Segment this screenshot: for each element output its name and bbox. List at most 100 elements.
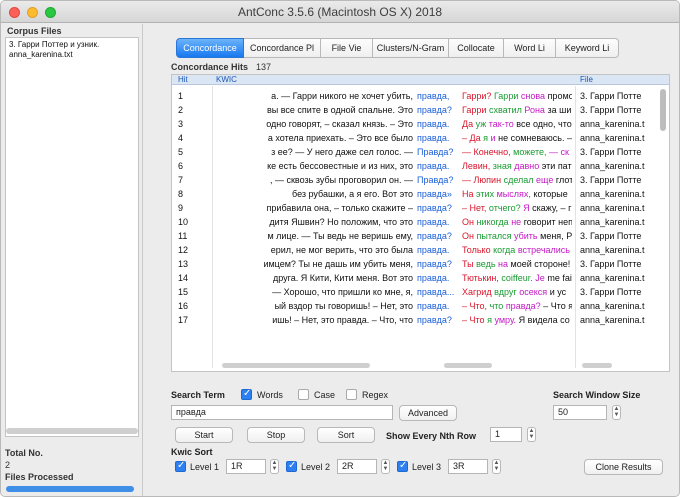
file-name: anna_karenina.t [580, 315, 645, 325]
level2-input[interactable]: 2R [337, 459, 377, 474]
table-row[interactable]: 8 без рубашки, а я его. Вот это правда» На … [172, 187, 669, 201]
case-label: Case [314, 390, 336, 400]
file-column-scrollbar[interactable] [582, 363, 612, 368]
nth-row-input[interactable]: 1 [490, 427, 522, 442]
col-file-header[interactable]: File [580, 75, 593, 85]
table-row[interactable]: 6 ке есть бессовестные и из них, это правд… [172, 159, 669, 173]
level2-stepper[interactable]: ▲ ▼ [381, 459, 390, 474]
total-files-value: 2 [5, 460, 11, 470]
table-row[interactable]: 13 имцем? Ты не дашь им убить меня, правда… [172, 257, 669, 271]
left-context-text: ерил, не мог верить, что это была [270, 245, 413, 255]
left-context: без рубашки, а я его. Вот это [216, 187, 413, 201]
concordance-hits-count: 137 [256, 62, 272, 72]
level3-checkbox[interactable] [397, 460, 408, 472]
table-row[interactable]: 7 , — сквозь зубы проговорил он. — Правда?… [172, 173, 669, 187]
table-row[interactable]: 2 вы все спите в одной спальне. Это правда… [172, 103, 669, 117]
table-row[interactable]: 9 прибавила она, – только скажите – правда… [172, 201, 669, 215]
words-label: Words [257, 390, 283, 400]
zoom-window-button[interactable] [45, 7, 56, 18]
table-vertical-scrollbar[interactable] [660, 89, 666, 131]
stop-button[interactable]: Stop [247, 427, 305, 443]
table-row[interactable]: 15 — Хорошо, что пришли ко мне, я, правда.… [172, 285, 669, 299]
table-row[interactable]: 10 дитя Яшвин? Но положим, что это правда.… [172, 215, 669, 229]
left-context-text: ый вздор ты говоришь! – Нет, это [274, 301, 413, 311]
search-window-size-input[interactable]: 50 [553, 405, 607, 420]
level2-label: Level 2 [301, 462, 331, 472]
left-context: ерил, не мог верить, что это была [216, 243, 413, 257]
search-window-size-label: Search Window Size [553, 390, 641, 400]
tab-word-list[interactable]: Word Li [504, 38, 556, 58]
tab-keyword-list[interactable]: Keyword Li [556, 38, 619, 58]
level2-checkbox[interactable] [286, 460, 297, 472]
level1-stepper[interactable]: ▲ ▼ [270, 459, 279, 474]
right-context: — Люпин сделал еще глот [462, 175, 572, 185]
table-row[interactable]: 12 ерил, не мог верить, что это была правд… [172, 243, 669, 257]
keyword: правда... [417, 287, 455, 297]
concordance-table[interactable]: Hit KWIC File 1 а. — Гарри никого не хоче… [171, 74, 670, 372]
right-context: — Конечно, можете, — ск [462, 147, 569, 157]
tab-file-view[interactable]: File Vie [321, 38, 373, 58]
keyword: правда. [417, 217, 450, 227]
tab-concordance-plot[interactable]: Concordance Pl [244, 38, 321, 58]
table-row[interactable]: 17 ишь! – Нет, это правда. – Что, что прав… [172, 313, 669, 327]
level1-label: Level 1 [190, 462, 220, 472]
advanced-button[interactable]: Advanced [399, 405, 457, 421]
table-row[interactable]: 1 а. — Гарри никого не хочет убить, правда… [172, 89, 669, 103]
col-kwic-header[interactable]: KWIC [216, 75, 237, 85]
close-window-button[interactable] [9, 7, 20, 18]
file-name: 3. Гарри Потте [580, 175, 642, 185]
left-context-text: ишь! – Нет, это правда. – Что, что [272, 315, 413, 325]
regex-checkbox[interactable] [346, 389, 357, 400]
left-context-scrollbar[interactable] [222, 363, 370, 368]
right-context: Гарри схватил Рона за ши [462, 105, 572, 115]
right-context-scrollbar[interactable] [444, 363, 492, 368]
nth-row-stepper[interactable]: ▲ ▼ [527, 427, 536, 442]
search-term-input[interactable]: правда [171, 405, 393, 420]
tab-collocates[interactable]: Collocate [449, 38, 504, 58]
keyword: правда? [417, 105, 452, 115]
level3-stepper[interactable]: ▲ ▼ [492, 459, 501, 474]
right-context: – Да я и не сомневаюсь. – [462, 133, 572, 143]
keyword: правда, [417, 91, 450, 101]
table-row[interactable]: 14 друга. Я Кити, Кити меня. Вот это правд… [172, 271, 669, 285]
left-context: прибавила она, – только скажите – [216, 201, 413, 215]
hit-number: 3 [178, 119, 184, 129]
window-title: AntConc 3.5.6 (Macintosh OS X) 2018 [237, 5, 443, 19]
case-checkbox[interactable] [298, 389, 309, 400]
table-row[interactable]: 5 з ее? — У него даже сел голос. — Правда?… [172, 145, 669, 159]
right-context: – Что я умру. Я видела со [462, 315, 570, 325]
corpus-file-list[interactable]: 3. Гарри Поттер и узник. anna_karenina.t… [5, 37, 139, 437]
col-hit-header[interactable]: Hit [178, 75, 188, 85]
table-row[interactable]: 3 одно говорят, – сказал князь. – Это прав… [172, 117, 669, 131]
tab-concordance[interactable]: Concordance [176, 38, 244, 58]
level3-input[interactable]: 3R [448, 459, 488, 474]
keyword: правда. [417, 245, 450, 255]
level1-checkbox[interactable] [175, 460, 186, 472]
left-context-text: а хотела приехать. – Это все было [267, 133, 413, 143]
words-checkbox[interactable] [241, 388, 252, 400]
minimize-window-button[interactable] [27, 7, 38, 18]
left-context: а. — Гарри никого не хочет убить, [216, 89, 413, 103]
right-context: Левин, зная давно эти пат [462, 161, 572, 171]
corpus-file-item[interactable]: 3. Гарри Поттер и узник. [9, 40, 135, 50]
window-size-stepper[interactable]: ▲ ▼ [612, 405, 621, 420]
level1-input[interactable]: 1R [226, 459, 266, 474]
clone-results-button[interactable]: Clone Results [584, 459, 663, 475]
table-row[interactable]: 16 ый вздор ты говоришь! – Нет, это правда… [172, 299, 669, 313]
corpus-file-item[interactable]: anna_karenina.txt [9, 50, 135, 60]
start-button[interactable]: Start [175, 427, 233, 443]
keyword: правда? [417, 259, 452, 269]
files-processed-label: Files Processed [5, 472, 74, 482]
corpus-horizontal-scrollbar[interactable] [6, 428, 138, 434]
keyword: правда. [417, 119, 450, 129]
table-row[interactable]: 4 а хотела приехать. – Это все было правда… [172, 131, 669, 145]
left-context-text: друга. Я Кити, Кити меня. Вот это [273, 273, 413, 283]
file-name: anna_karenina.t [580, 273, 645, 283]
file-name: anna_karenina.t [580, 245, 645, 255]
file-name: 3. Гарри Потте [580, 91, 642, 101]
table-row[interactable]: 11 м лице. — Ты ведь не веришь ему, правда… [172, 229, 669, 243]
left-context-text: ке есть бессовестные и из них, это [267, 161, 413, 171]
tab-clusters[interactable]: Clusters/N-Gram [373, 38, 449, 58]
app-window: AntConc 3.5.6 (Macintosh OS X) 2018 Corp… [0, 0, 680, 497]
sort-button[interactable]: Sort [317, 427, 375, 443]
